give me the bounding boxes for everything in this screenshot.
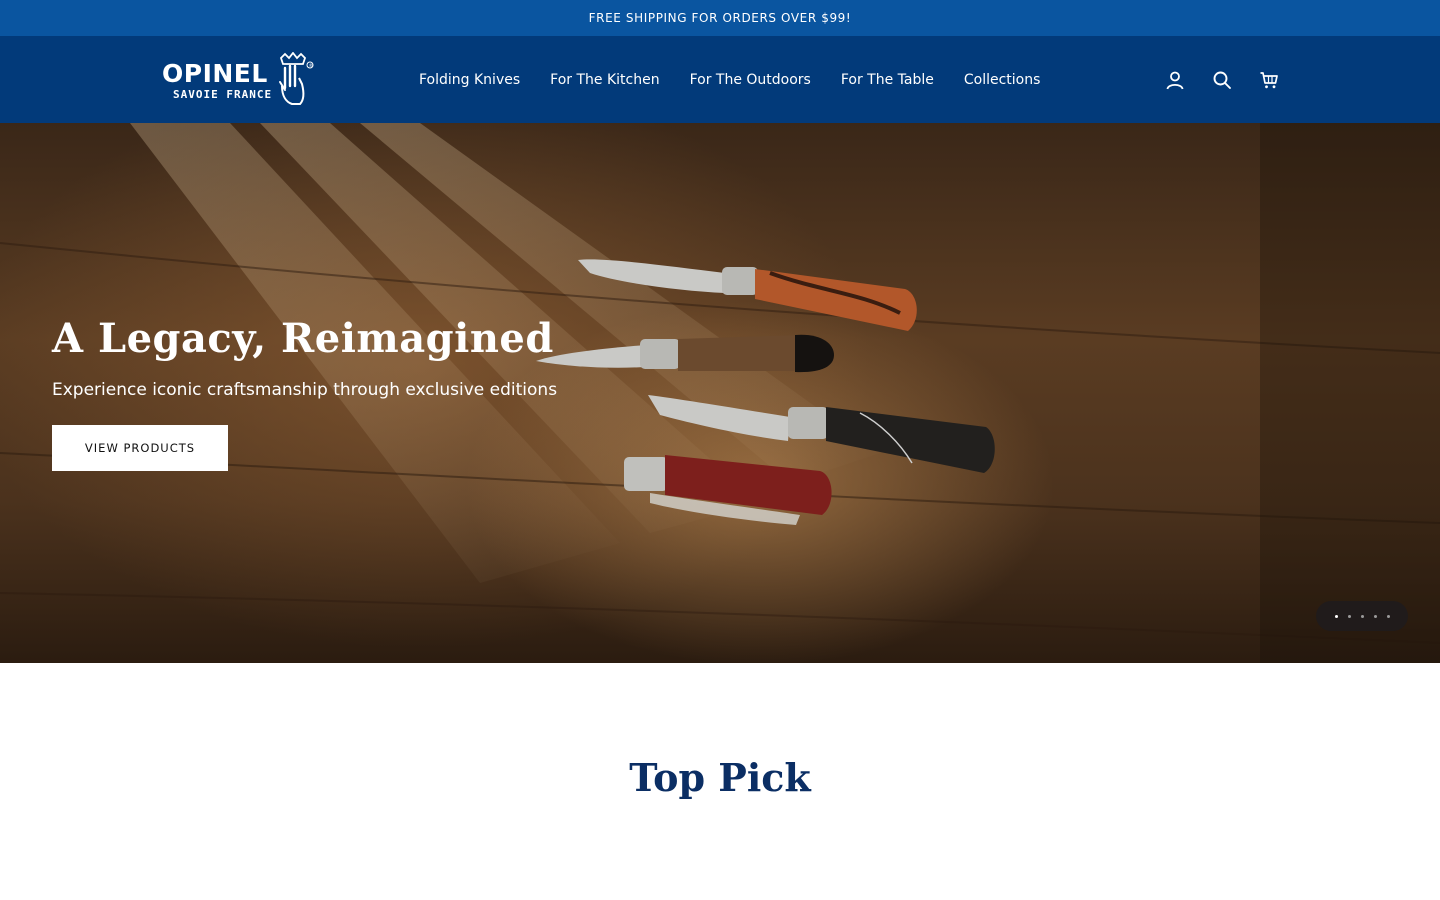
announcement-text: FREE SHIPPING FOR ORDERS OVER $99!: [588, 11, 852, 25]
knife-walnut: [536, 334, 834, 373]
hero-banner: A Legacy, Reimagined Experience iconic c…: [0, 123, 1440, 663]
account-button[interactable]: [1160, 65, 1190, 95]
cart-button[interactable]: [1254, 65, 1284, 95]
site-header: OPINEL SAVOIE FRANCE ® Folding Knives Fo…: [0, 36, 1440, 123]
logo-tagline: SAVOIE FRANCE: [173, 88, 273, 101]
section-title-top-pick: Top Pick: [629, 755, 811, 800]
logo-wordmark: OPINEL: [162, 59, 268, 88]
search-button[interactable]: [1207, 65, 1237, 95]
slide-dot-3[interactable]: [1360, 614, 1364, 618]
nav-folding-knives[interactable]: Folding Knives: [404, 72, 535, 88]
opinel-logo[interactable]: OPINEL SAVOIE FRANCE ®: [162, 52, 314, 108]
slide-dot-4[interactable]: [1373, 614, 1377, 618]
announcement-bar: FREE SHIPPING FOR ORDERS OVER $99!: [0, 0, 1440, 36]
nav-for-the-table[interactable]: For The Table: [826, 72, 949, 88]
hero-subtitle: Experience iconic craftsmanship through …: [52, 380, 558, 400]
nav-for-the-outdoors[interactable]: For The Outdoors: [675, 72, 826, 88]
knife-padauk: [624, 455, 832, 525]
search-icon: [1213, 71, 1231, 89]
main-nav: Folding Knives For The Kitchen For The O…: [404, 36, 1055, 123]
header-icons: [1160, 36, 1301, 123]
svg-text:®: ®: [309, 62, 314, 69]
hero-title: A Legacy, Reimagined: [52, 315, 554, 362]
account-icon: [1166, 71, 1184, 89]
slider-pagination: [1316, 601, 1408, 631]
nav-for-the-kitchen[interactable]: For The Kitchen: [535, 72, 674, 88]
crowned-hand-icon: ®: [279, 52, 314, 105]
nav-collections[interactable]: Collections: [949, 72, 1056, 88]
view-products-button[interactable]: VIEW PRODUCTS: [52, 425, 228, 471]
slide-dot-2[interactable]: [1347, 614, 1351, 618]
knife-zebrawood: [578, 259, 917, 331]
slide-dot-5[interactable]: [1386, 614, 1390, 618]
slide-dot-1[interactable]: [1334, 614, 1338, 618]
cart-icon: [1260, 71, 1278, 88]
